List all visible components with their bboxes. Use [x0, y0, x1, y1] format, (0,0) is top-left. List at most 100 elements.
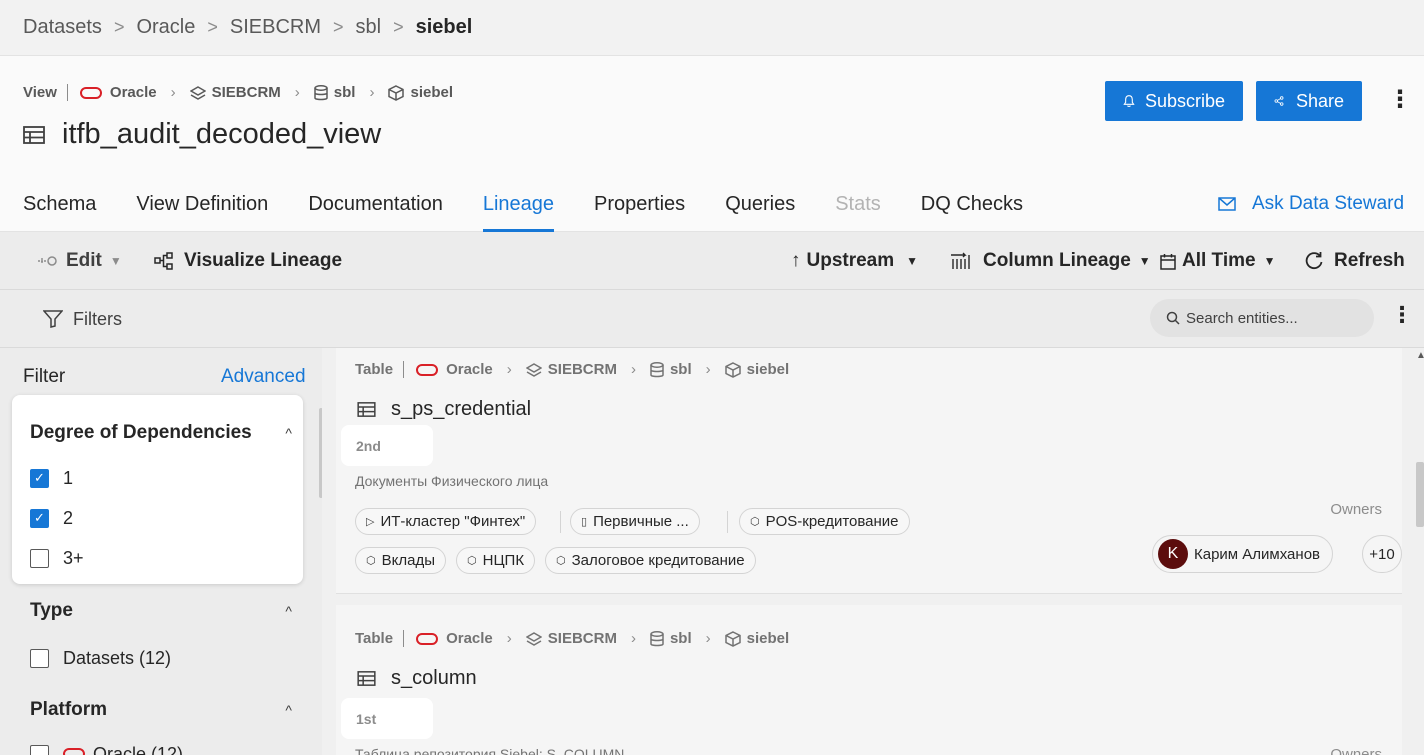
result-title[interactable]: s_column	[357, 667, 477, 690]
degree-filter-section: Degree of Dependencies ^ ✓ 1 ✓ 2 3+	[12, 395, 303, 584]
subscribe-button[interactable]: Subscribe	[1105, 81, 1243, 121]
breadcrumb-sbl[interactable]: sbl	[356, 16, 382, 39]
result-path-schema[interactable]: sbl	[670, 361, 692, 378]
tab-queries[interactable]: Queries	[725, 176, 795, 232]
time-range-label: All Time	[1182, 250, 1256, 271]
result-path-platform[interactable]: Oracle	[446, 361, 493, 378]
result-entity-type: Table	[355, 361, 405, 378]
result-name: s_ps_credential	[391, 398, 532, 420]
owner-chip[interactable]: K Карим Алимханов	[1152, 535, 1333, 573]
visualize-lineage-label: Visualize Lineage	[184, 250, 343, 271]
owners-label: Owners	[1330, 501, 1382, 518]
tab-view-definition[interactable]: View Definition	[136, 176, 268, 232]
scroll-up-icon[interactable]: ▲	[1416, 350, 1424, 361]
tab-stats: Stats	[835, 192, 881, 215]
more-owners-chip[interactable]: +10	[1362, 535, 1402, 573]
result-title[interactable]: s_ps_credential	[357, 398, 531, 421]
advanced-filter-link[interactable]: Advanced	[221, 366, 306, 388]
tab-properties[interactable]: Properties	[594, 176, 685, 232]
result-path-platform[interactable]: Oracle	[446, 630, 493, 647]
result-path-schema[interactable]: sbl	[670, 630, 692, 647]
type-section-header[interactable]: Type ^	[30, 600, 292, 622]
platform-option-label: Oracle (12)	[93, 743, 184, 755]
more-options-icon[interactable]: ⋮	[1388, 85, 1412, 114]
filters-button[interactable]: Filters	[43, 290, 122, 348]
column-lineage-dropdown[interactable]: Column Lineage ▼	[950, 232, 1151, 290]
entity-type-label: View	[23, 84, 68, 101]
direction-dropdown[interactable]: ↑ Upstream ▼	[791, 232, 918, 290]
path-platform[interactable]: Oracle	[110, 84, 157, 101]
glossary-term-tag[interactable]: ▯ Первичные ...	[570, 508, 700, 535]
domain-tag[interactable]: ▷ ИТ-кластер "Финтех"	[355, 508, 537, 535]
path-schema[interactable]: sbl	[334, 84, 356, 101]
results-scrollbar[interactable]	[1416, 462, 1424, 527]
avatar: K	[1158, 539, 1188, 569]
edit-label: Edit	[66, 250, 102, 271]
oracle-logo-icon	[79, 86, 102, 99]
path-container[interactable]: siebel	[410, 84, 453, 101]
checkbox-checked-icon[interactable]: ✓	[30, 508, 49, 528]
bell-icon	[1123, 95, 1135, 107]
layers-icon	[189, 85, 206, 100]
breadcrumb-oracle[interactable]: Oracle	[136, 16, 195, 39]
tab-bar: Schema View Definition Documentation Lin…	[23, 176, 1063, 232]
cube-icon: ⬡	[467, 555, 477, 567]
degree-option-2[interactable]: ✓ 2	[30, 498, 73, 538]
checkbox-unchecked-icon[interactable]	[30, 744, 49, 755]
search-input[interactable]: Search entities...	[1150, 299, 1374, 337]
caret-down-icon: ▼	[906, 254, 919, 268]
platform-section-header[interactable]: Platform ^	[30, 699, 292, 721]
data-product-tag[interactable]: ⬡ Залоговое кредитование	[545, 547, 756, 574]
tag-label: Первичные ...	[593, 513, 689, 530]
filter-heading: Filter	[23, 366, 66, 387]
search-icon	[1166, 311, 1180, 325]
data-product-tag[interactable]: ⬡ Вклады	[355, 547, 446, 574]
platform-option-oracle[interactable]: Oracle (12)	[30, 734, 183, 755]
degree-section-header[interactable]: Degree of Dependencies ^	[30, 422, 292, 444]
result-path-container[interactable]: siebel	[747, 630, 790, 647]
chevron-right-icon: ›	[705, 361, 711, 378]
platform-section-title: Platform	[30, 699, 108, 720]
type-option-datasets[interactable]: Datasets (12)	[30, 638, 171, 678]
more-options-icon[interactable]: ⋮	[1391, 302, 1413, 328]
tab-documentation[interactable]: Documentation	[308, 176, 443, 232]
degree-option-3plus[interactable]: 3+	[30, 538, 84, 578]
result-description: Документы Физического лица	[355, 473, 549, 489]
edit-button[interactable]: Edit ▼	[38, 232, 122, 290]
degree-option-1[interactable]: ✓ 1	[30, 458, 73, 498]
book-icon: ▯	[581, 516, 588, 528]
tab-schema[interactable]: Schema	[23, 176, 96, 232]
time-range-dropdown[interactable]: All Time ▼	[1160, 232, 1275, 290]
path-db[interactable]: SIEBCRM	[212, 84, 281, 101]
tab-dq-checks[interactable]: DQ Checks	[921, 176, 1023, 232]
chevron-right-icon: ›	[506, 630, 512, 647]
tab-lineage[interactable]: Lineage	[482, 176, 555, 232]
data-product-tag[interactable]: ⬡ НЦПК	[456, 547, 536, 574]
data-product-tag[interactable]: ⬡ POS-кредитование	[739, 508, 910, 535]
degree-option-label: 1	[63, 467, 74, 488]
result-path-db[interactable]: SIEBCRM	[548, 361, 617, 378]
tag-label: ИТ-кластер "Финтех"	[380, 513, 526, 530]
share-button[interactable]: Share	[1256, 81, 1362, 121]
type-section-title: Type	[30, 600, 73, 621]
result-path-container[interactable]: siebel	[747, 361, 790, 378]
breadcrumb-datasets[interactable]: Datasets	[23, 16, 102, 39]
checkbox-checked-icon[interactable]: ✓	[30, 468, 49, 488]
cube-icon	[724, 630, 741, 647]
visualize-lineage-button[interactable]: Visualize Lineage	[154, 232, 342, 290]
result-card[interactable]: Table Oracle › SIEBCRM › sbl › siebel s_…	[336, 348, 1402, 594]
caret-down-icon: ▼	[109, 254, 122, 268]
type-option-label: Datasets (12)	[63, 647, 172, 668]
result-path-db[interactable]: SIEBCRM	[548, 630, 617, 647]
subscribe-label: Subscribe	[1144, 90, 1225, 111]
result-card[interactable]: Table Oracle › SIEBCRM › sbl › siebel s_…	[336, 605, 1402, 755]
refresh-button[interactable]: Refresh	[1304, 232, 1405, 290]
owners-label: Owners	[1330, 746, 1382, 755]
breadcrumb-siebcrm[interactable]: SIEBCRM	[230, 16, 321, 39]
checkbox-unchecked-icon[interactable]	[30, 648, 49, 668]
filters-label: Filters	[73, 308, 122, 329]
checkbox-unchecked-icon[interactable]	[30, 548, 49, 568]
table-icon	[357, 671, 376, 686]
ask-data-steward-link[interactable]: Ask Data Steward	[1218, 176, 1404, 232]
chevron-up-icon: ^	[285, 425, 292, 441]
